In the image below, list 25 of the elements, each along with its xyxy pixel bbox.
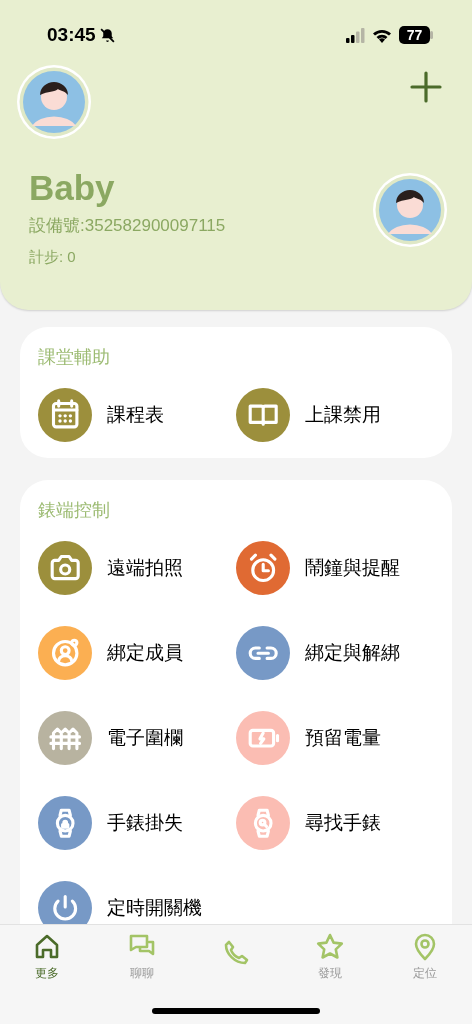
feature-item[interactable]: 綁定成員 [38, 626, 236, 680]
feature-item[interactable]: 定時開關機 [38, 881, 236, 924]
profile-name: Baby [29, 167, 116, 208]
wifi-icon [372, 27, 392, 43]
feature-item[interactable]: 綁定與解綁 [236, 626, 434, 680]
battery-cap-icon [430, 31, 434, 39]
feature-item[interactable]: 鬧鐘與提醒 [236, 541, 434, 595]
bell-muted-icon [98, 26, 116, 44]
feature-item[interactable]: 課程表 [38, 388, 236, 442]
feature-item[interactable]: 電子圍欄 [38, 711, 236, 765]
feature-item[interactable]: 上課禁用 [236, 388, 434, 442]
tab[interactable]: 更多 [32, 932, 63, 982]
feature-item[interactable]: 尋找手錶 [236, 796, 434, 850]
feature-item[interactable]: 遠端拍照 [38, 541, 236, 595]
status-time: 03:45 [47, 22, 96, 47]
step-count: 計步: 0 [28, 247, 77, 267]
section-title: 錶端控制 [38, 499, 111, 522]
section-title: 課堂輔助 [38, 346, 111, 369]
star-icon [315, 932, 346, 962]
battery-level: 77 [399, 26, 430, 44]
device-number: 設備號:352582900097115 [29, 214, 226, 237]
feature-item[interactable]: 手錶掛失 [38, 796, 236, 850]
feature-item[interactable]: 預留電量 [236, 711, 434, 765]
signal-icon [346, 27, 365, 43]
add-icon[interactable] [409, 70, 443, 104]
